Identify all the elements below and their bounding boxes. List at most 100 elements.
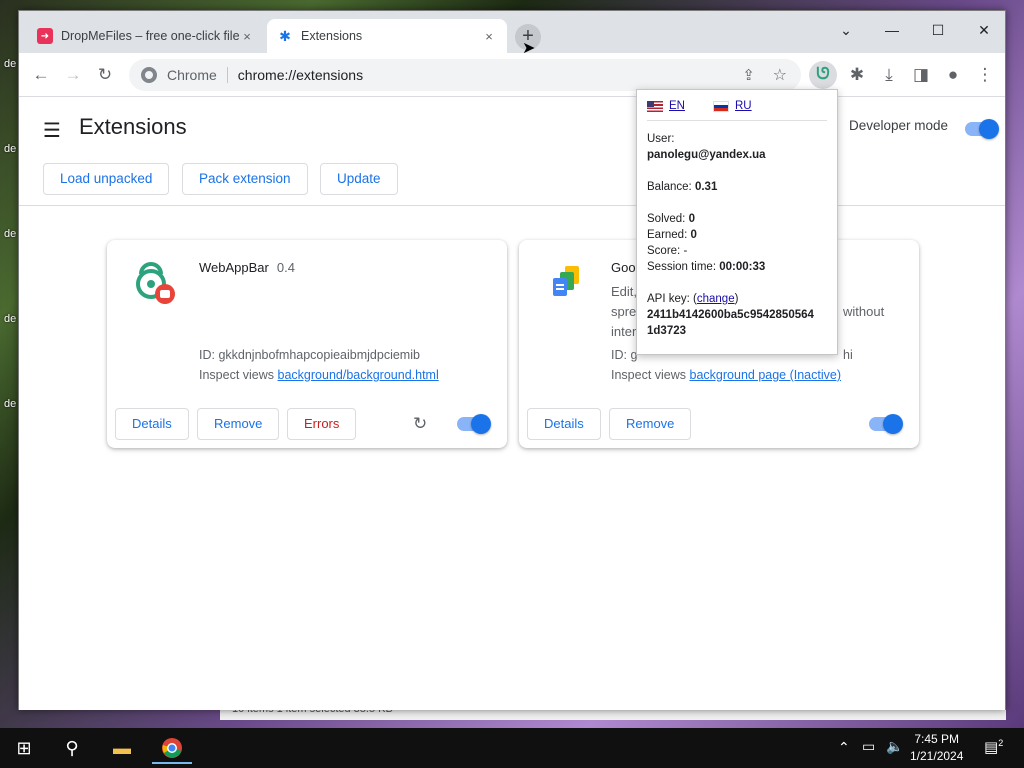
developer-mode-label: Developer mode: [849, 118, 949, 133]
volume-muted-icon[interactable]: 🔈: [886, 738, 903, 768]
lang-ru-label: RU: [734, 100, 752, 112]
lang-ru-link[interactable]: RU: [712, 100, 752, 112]
developer-mode-toggle[interactable]: [965, 119, 999, 139]
session-label: Session time:: [647, 261, 717, 273]
id-tail: hi: [843, 348, 853, 362]
clock-time: 7:45 PM: [914, 732, 960, 746]
minimize-button[interactable]: —: [869, 15, 915, 45]
balance-label: Balance:: [647, 181, 692, 193]
update-button[interactable]: Update: [320, 163, 398, 195]
tab-dropmefiles[interactable]: ➜ DropMeFiles – free one-click file ×: [27, 19, 265, 53]
webappbar-lock-icon: [131, 260, 179, 308]
session-value: 00:00:33: [719, 261, 766, 273]
tab-close-icon[interactable]: ×: [481, 29, 497, 44]
forward-icon[interactable]: →: [59, 61, 87, 89]
page-title: Extensions: [79, 114, 187, 139]
score-row: Score: -: [647, 243, 827, 259]
desc-tail: without: [843, 304, 885, 319]
change-api-key-link[interactable]: change: [697, 293, 735, 305]
solved-label: Solved:: [647, 213, 686, 225]
chevron-up-icon[interactable]: ⌃: [838, 739, 850, 768]
address-bar[interactable]: Chrome chrome://extensions ⇪ ☆: [129, 59, 801, 91]
api-key-label: API key: (: [647, 293, 697, 305]
notification-icon[interactable]: ▤2: [984, 738, 1003, 768]
extension-id: ID: gkkdnjnbofmhapcopieaibmjdpciemib: [199, 348, 420, 362]
extensions-page: ☰ Extensions Developer mode Load unpacke…: [19, 98, 1005, 710]
address-url[interactable]: chrome://extensions: [238, 67, 363, 83]
share-icon[interactable]: ⇪: [742, 66, 755, 84]
extension-enable-toggle[interactable]: [869, 414, 903, 434]
lang-en-label: EN: [669, 100, 685, 112]
desktop-label[interactable]: de: [4, 313, 18, 326]
back-icon[interactable]: ←: [27, 61, 55, 89]
download-icon[interactable]: ⤓: [875, 61, 903, 89]
errors-button[interactable]: Errors: [287, 408, 357, 440]
us-flag-icon: [647, 100, 663, 112]
dropmefiles-favicon-icon: ➜: [37, 28, 53, 44]
search-icon[interactable]: ⚲: [52, 732, 92, 764]
hamburger-menu-icon[interactable]: ☰: [43, 118, 63, 143]
inspect-views-label: Inspect views: [611, 368, 687, 382]
extension-version: 0.4: [276, 260, 295, 275]
earned-value: 0: [690, 229, 697, 241]
menu-kebab-icon[interactable]: ⋮: [971, 61, 999, 89]
score-label: Score:: [647, 245, 681, 257]
file-explorer-icon[interactable]: ▬: [102, 732, 142, 764]
chrome-taskbar-icon[interactable]: [152, 732, 192, 764]
tab-extensions[interactable]: ✱ Extensions ×: [267, 19, 507, 53]
details-button[interactable]: Details: [115, 408, 189, 440]
start-windows-icon[interactable]: ⊞: [4, 732, 44, 764]
google-docs-icon: [543, 260, 591, 308]
desktop-label[interactable]: de: [4, 398, 18, 411]
api-key-value: 2411b4142600ba5c9542850564: [647, 309, 814, 321]
desktop-label[interactable]: de: [4, 58, 18, 71]
system-clock[interactable]: 7:45 PM 1/21/2024: [910, 731, 963, 765]
id-fragment: ID: g: [611, 348, 638, 362]
ru-flag-icon: [712, 100, 729, 112]
chrome-icon: [141, 67, 157, 83]
remove-button[interactable]: Remove: [197, 408, 280, 440]
pack-extension-button[interactable]: Pack extension: [182, 163, 308, 195]
inspect-views: Inspect views background/background.html: [199, 368, 439, 382]
api-key-row: API key: (change): [647, 291, 827, 307]
desktop-label[interactable]: de: [4, 228, 18, 241]
bookmark-star-icon[interactable]: ☆: [773, 65, 787, 85]
profile-avatar-icon[interactable]: ●: [939, 61, 967, 89]
details-button[interactable]: Details: [527, 408, 601, 440]
card-footer: Details Remove: [519, 402, 919, 448]
earned-label: Earned:: [647, 229, 688, 241]
toggle-knob: [979, 119, 999, 139]
user-value: panolegu@yandex.ua: [647, 149, 766, 161]
extension-name: WebAppBar 0.4: [199, 260, 295, 275]
network-icon[interactable]: ▭: [862, 738, 875, 768]
extension-enable-toggle[interactable]: [457, 414, 491, 434]
toggle-knob: [883, 414, 903, 434]
lang-en-link[interactable]: EN: [647, 100, 685, 112]
load-unpacked-button[interactable]: Load unpacked: [43, 163, 170, 195]
score-value: -: [683, 245, 688, 257]
inspect-view-link[interactable]: background/background.html: [278, 368, 439, 382]
maximize-button[interactable]: ☐: [915, 15, 961, 45]
reload-extension-icon[interactable]: ↻: [413, 414, 427, 434]
desktop-icon-labels: de de de de de: [4, 58, 18, 483]
inspect-views-label: Inspect views: [199, 368, 275, 382]
mouse-cursor-icon: ➤: [522, 40, 536, 57]
close-window-button[interactable]: ✕: [961, 15, 1007, 45]
remove-button[interactable]: Remove: [609, 408, 692, 440]
side-panel-icon[interactable]: ◨: [907, 61, 935, 89]
browser-toolbar: ← → ↻ Chrome chrome://extensions ⇪ ☆ ᘎ ✱…: [19, 53, 1005, 97]
notification-count: 2: [998, 738, 1004, 748]
balance-row: Balance: 0.31: [647, 179, 827, 195]
extension-title: WebAppBar: [199, 260, 269, 275]
address-chip: Chrome: [167, 67, 228, 83]
reload-icon[interactable]: ↻: [91, 61, 119, 89]
desktop-label[interactable]: de: [4, 143, 18, 156]
extensions-puzzle-icon[interactable]: ✱: [843, 61, 871, 89]
api-key-paren: ): [734, 293, 739, 305]
tab-close-icon[interactable]: ×: [239, 29, 255, 44]
card-footer: Details Remove Errors ↻: [107, 402, 507, 448]
tab-search-button[interactable]: ⌄: [823, 15, 869, 45]
inspect-view-link[interactable]: background page (Inactive): [690, 368, 841, 382]
extensions-header: ☰ Extensions Developer mode Load unpacke…: [19, 98, 1005, 206]
captcha-extension-icon[interactable]: ᘎ: [809, 61, 837, 89]
